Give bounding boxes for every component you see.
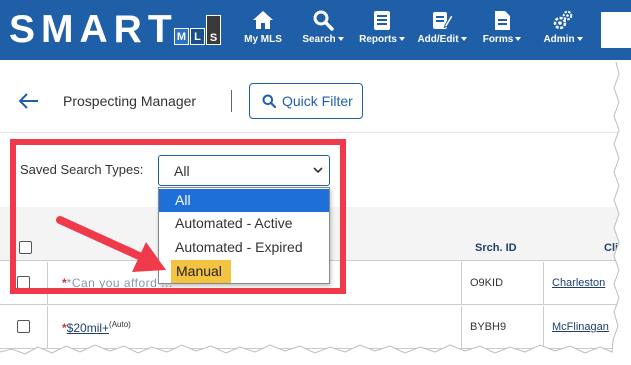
nav-forms-label: Forms	[482, 34, 514, 45]
document-icon	[495, 11, 510, 30]
gears-icon	[553, 10, 573, 30]
nav-search-label: Search	[302, 34, 336, 45]
nav-my-mls-label: My MLS	[244, 34, 282, 45]
nav-admin[interactable]: Admin	[539, 8, 587, 52]
search-name-cell: *$20mil+(Auto)	[62, 320, 131, 335]
logo-tiles: M L S	[174, 15, 221, 45]
chevron-down-icon	[576, 37, 583, 42]
column-header-client[interactable]: Cli	[604, 242, 618, 254]
column-divider	[461, 306, 462, 349]
search-icon	[262, 94, 276, 108]
search-id-cell: BYBH9	[470, 321, 507, 333]
page-title: Prospecting Manager	[63, 93, 197, 109]
topbar-side-tab[interactable]	[601, 12, 631, 48]
header-divider	[0, 132, 631, 133]
auto-tag: (Auto)	[109, 320, 131, 329]
nav-add-edit[interactable]: Add/Edit	[414, 8, 470, 52]
table-row: *$20mil+(Auto) BYBH9 McFlinagan	[0, 306, 631, 349]
client-link[interactable]: McFlinagan	[552, 321, 609, 333]
back-arrow-icon[interactable]	[18, 92, 40, 110]
nav-reports[interactable]: Reports	[356, 8, 408, 52]
home-icon	[253, 11, 273, 29]
logo-text: SMART	[9, 8, 178, 51]
logo-tile-m: M	[174, 28, 189, 45]
nav-my-mls[interactable]: My MLS	[241, 8, 285, 52]
search-name-link[interactable]: $20mil+	[67, 321, 109, 335]
chevron-down-icon	[398, 37, 405, 42]
magnifier-icon	[313, 10, 334, 31]
annotation-arrow-icon	[56, 216, 166, 272]
column-header-srch-id[interactable]: Srch. ID	[475, 242, 517, 254]
nav-admin-label: Admin	[543, 34, 575, 45]
search-id-cell: O9KID	[470, 277, 504, 289]
nav-forms[interactable]: Forms	[478, 8, 526, 52]
nav-search[interactable]: Search	[298, 8, 348, 52]
logo-tile-l: L	[190, 28, 205, 45]
logo-tile-s: S	[206, 15, 221, 45]
quick-filter-label: Quick Filter	[282, 93, 353, 109]
chevron-down-icon	[460, 37, 467, 42]
top-nav-bar: SMART M L S My MLS Search Reports Add/Ed…	[0, 0, 631, 60]
clipboard-icon	[374, 11, 390, 30]
quick-filter-button[interactable]: Quick Filter	[249, 83, 363, 119]
column-divider	[47, 306, 48, 349]
column-divider	[461, 262, 462, 305]
nav-reports-label: Reports	[359, 34, 397, 45]
column-divider	[543, 262, 544, 305]
column-divider	[543, 306, 544, 349]
row-checkbox[interactable]	[17, 320, 30, 333]
chevron-down-icon	[515, 37, 522, 42]
edit-icon	[433, 12, 453, 29]
title-divider	[231, 90, 232, 112]
client-link[interactable]: Charleston	[552, 277, 605, 289]
chevron-down-icon	[337, 37, 344, 42]
nav-add-edit-label: Add/Edit	[417, 34, 459, 45]
